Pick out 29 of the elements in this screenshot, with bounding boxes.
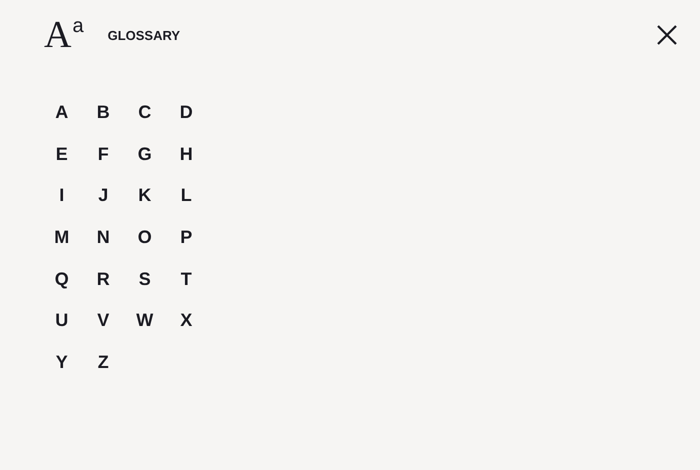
letter-link[interactable]: R xyxy=(96,268,110,290)
letter-link[interactable]: S xyxy=(138,268,151,290)
letter-link[interactable]: K xyxy=(138,184,152,206)
page-title: GLOSSARY xyxy=(108,28,180,42)
letter-link[interactable]: E xyxy=(56,142,68,165)
letter-link[interactable]: Z xyxy=(98,351,109,374)
letter-link[interactable]: M xyxy=(54,226,70,248)
letter-link[interactable]: G xyxy=(138,142,152,165)
letter-link[interactable]: J xyxy=(98,184,108,206)
letter-link[interactable]: O xyxy=(138,226,152,248)
letter-link[interactable]: U xyxy=(55,309,68,332)
letter-link[interactable]: I xyxy=(59,184,64,206)
close-button[interactable] xyxy=(656,24,678,46)
letter-link[interactable]: C xyxy=(138,101,152,123)
letter-link[interactable]: V xyxy=(97,309,110,332)
letter-link[interactable]: H xyxy=(180,142,193,165)
letter-link[interactable]: T xyxy=(180,268,192,290)
letter-link[interactable]: X xyxy=(180,309,192,332)
letter-link[interactable]: L xyxy=(180,184,192,206)
letter-link[interactable]: D xyxy=(180,101,193,123)
letter-link[interactable]: A xyxy=(55,101,68,123)
letter-link[interactable]: W xyxy=(136,309,154,332)
letter-link[interactable]: Y xyxy=(56,351,68,374)
close-icon xyxy=(656,24,678,46)
letter-link[interactable]: P xyxy=(180,226,192,248)
letter-link[interactable]: N xyxy=(96,226,110,248)
letter-link[interactable]: B xyxy=(96,101,110,123)
letter-link[interactable]: Q xyxy=(54,268,69,290)
letter-link[interactable]: F xyxy=(98,142,109,165)
